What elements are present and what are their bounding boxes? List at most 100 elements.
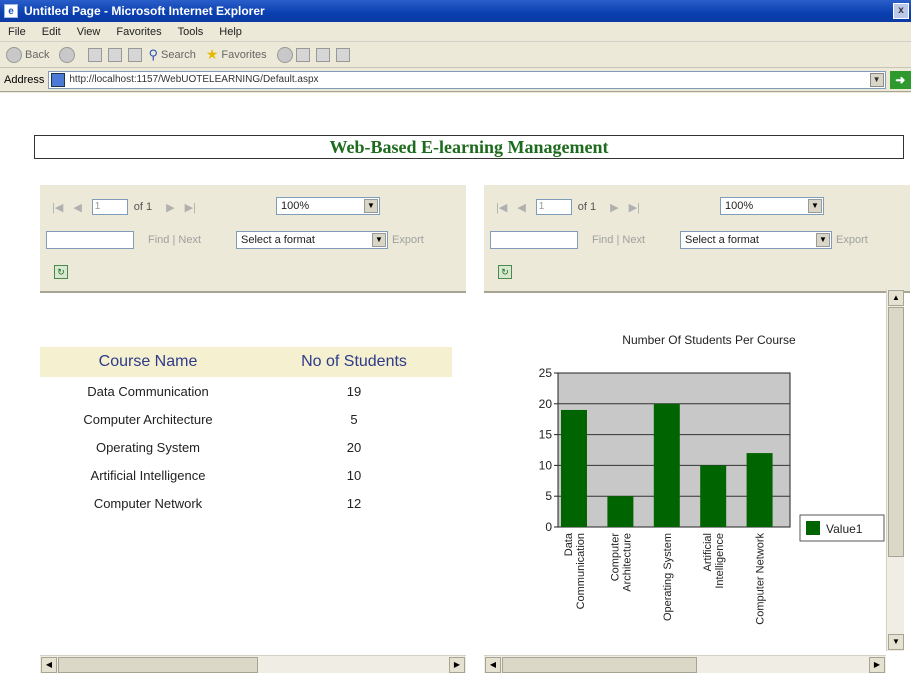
- bar: [746, 453, 773, 527]
- back-button[interactable]: Back: [6, 46, 49, 63]
- scroll-down-icon[interactable]: ▼: [888, 634, 904, 650]
- export-link[interactable]: Export: [836, 234, 868, 246]
- address-url: http://localhost:1157/WebUOTELEARNING/De…: [69, 74, 319, 85]
- scroll-left-icon[interactable]: ◀: [485, 657, 501, 673]
- scroll-left-icon[interactable]: ◀: [41, 657, 57, 673]
- table-row: Artificial Intelligence 10: [40, 461, 452, 489]
- horizontal-scrollbar-left[interactable]: ◀ ▶: [40, 655, 466, 673]
- y-tick-label: 0: [545, 520, 552, 534]
- prev-page-icon[interactable]: ◀: [73, 201, 81, 214]
- browser-window: e Untitled Page - Microsoft Internet Exp…: [0, 0, 911, 675]
- page-count: of 1: [133, 201, 153, 213]
- legend-label: Value1: [826, 522, 863, 536]
- page-number-input[interactable]: 1: [535, 199, 572, 215]
- refresh-icon[interactable]: ↻: [498, 265, 512, 279]
- student-count: 10: [346, 467, 362, 483]
- find-separator: |: [616, 234, 620, 246]
- scroll-up-icon[interactable]: ▲: [888, 290, 904, 306]
- report-toolbar-left: |◀ ◀ 1 of 1 ▶ ▶| 100% ▼ Find | Next Sele…: [40, 185, 466, 293]
- column-header-students: No of Students: [301, 353, 407, 370]
- chart-title: Number Of Students Per Course: [622, 333, 796, 347]
- refresh-browser-icon[interactable]: [108, 47, 123, 62]
- report-toolbar-right: |◀ ◀ 1 of 1 ▶ ▶| 100% ▼ Find | Next Sele…: [484, 185, 910, 293]
- last-page-icon[interactable]: ▶|: [185, 201, 196, 214]
- address-label: Address: [4, 73, 45, 86]
- edit-icon[interactable]: [335, 47, 350, 62]
- table-row: Computer Architecture 5: [40, 405, 452, 433]
- zoom-select[interactable]: 100% ▼: [276, 197, 380, 215]
- scroll-thumb[interactable]: [888, 307, 904, 557]
- menu-edit[interactable]: Edit: [42, 26, 61, 38]
- column-header-course: Course Name: [98, 353, 198, 370]
- y-tick-label: 10: [539, 458, 553, 472]
- bar: [653, 403, 680, 527]
- course-table: Course Name No of Students Data Communic…: [40, 347, 452, 517]
- scroll-thumb[interactable]: [502, 657, 697, 673]
- forward-button[interactable]: [59, 46, 78, 63]
- find-input[interactable]: [490, 231, 578, 249]
- find-input[interactable]: [46, 231, 134, 249]
- menu-view[interactable]: View: [77, 26, 101, 38]
- search-button[interactable]: ⚲ Search: [148, 47, 195, 63]
- horizontal-scrollbar-right[interactable]: ◀ ▶: [484, 655, 886, 673]
- next-page-icon[interactable]: ▶: [166, 201, 174, 214]
- menu-favorites[interactable]: Favorites: [116, 26, 161, 38]
- favorites-button[interactable]: ★ Favorites: [206, 46, 267, 63]
- menu-help[interactable]: Help: [219, 26, 242, 38]
- next-page-icon[interactable]: ▶: [610, 201, 618, 214]
- pager: |◀ ◀ 1 of 1 ▶ ▶|: [496, 199, 650, 215]
- scroll-right-icon[interactable]: ▶: [869, 657, 885, 673]
- table-row: Data Communication 19: [40, 377, 452, 405]
- mail-icon[interactable]: [295, 47, 310, 62]
- chevron-down-icon: ▼: [808, 199, 822, 213]
- chevron-down-icon: ▼: [372, 233, 386, 247]
- next-link[interactable]: Next: [178, 234, 201, 246]
- export-link[interactable]: Export: [392, 234, 424, 246]
- go-arrow-icon[interactable]: ➜: [889, 70, 911, 89]
- prev-page-icon[interactable]: ◀: [517, 201, 525, 214]
- first-page-icon[interactable]: |◀: [496, 201, 507, 214]
- back-arrow-icon: [6, 46, 22, 63]
- menu-bar: File Edit View Favorites Tools Help: [0, 22, 911, 42]
- bar-chart: Number Of Students Per Course 0 5 10 15 20 25 D…: [539, 333, 885, 625]
- page-count: of 1: [577, 201, 597, 213]
- bar: [700, 465, 727, 527]
- close-button[interactable]: x: [893, 3, 909, 19]
- find-link[interactable]: Find: [592, 234, 613, 246]
- last-page-icon[interactable]: ▶|: [629, 201, 640, 214]
- format-select[interactable]: Select a format ▼: [236, 231, 388, 249]
- x-tick-label: ArtificialIntelligence: [702, 533, 726, 589]
- vertical-scrollbar[interactable]: ▲ ▼: [886, 289, 904, 651]
- chevron-down-icon: ▼: [816, 233, 830, 247]
- pager: |◀ ◀ 1 of 1 ▶ ▶|: [52, 199, 206, 215]
- address-bar: Address http://localhost:1157/WebUOTELEA…: [0, 68, 911, 92]
- zoom-select[interactable]: 100% ▼: [720, 197, 824, 215]
- course-name: Artificial Intelligence: [90, 467, 206, 483]
- find-link[interactable]: Find: [148, 234, 169, 246]
- find-links: Find | Next: [148, 234, 201, 246]
- format-select[interactable]: Select a format ▼: [680, 231, 832, 249]
- next-link[interactable]: Next: [622, 234, 645, 246]
- page-content: Web-Based E-learning Management |◀ ◀ 1 o…: [0, 93, 911, 675]
- home-icon[interactable]: [128, 47, 143, 62]
- y-tick-label: 5: [545, 489, 552, 503]
- chevron-down-icon: ▼: [364, 199, 378, 213]
- first-page-icon[interactable]: |◀: [52, 201, 63, 214]
- media-icon[interactable]: [276, 46, 293, 63]
- ie-icon: e: [4, 4, 18, 18]
- forward-arrow-icon: [59, 46, 76, 63]
- legend-swatch: [806, 521, 820, 535]
- stop-icon[interactable]: [88, 47, 103, 62]
- scroll-right-icon[interactable]: ▶: [449, 657, 465, 673]
- course-name: Data Communication: [87, 383, 209, 399]
- find-links: Find | Next: [592, 234, 645, 246]
- menu-file[interactable]: File: [8, 26, 26, 38]
- address-input[interactable]: http://localhost:1157/WebUOTELEARNING/De…: [48, 70, 886, 89]
- scroll-thumb[interactable]: [58, 657, 258, 673]
- address-dropdown-icon[interactable]: ▼: [869, 72, 884, 87]
- window-title: Untitled Page - Microsoft Internet Explo…: [24, 4, 265, 18]
- menu-tools[interactable]: Tools: [178, 26, 204, 38]
- page-number-input[interactable]: 1: [91, 199, 128, 215]
- print-icon[interactable]: [315, 47, 330, 62]
- refresh-icon[interactable]: ↻: [54, 265, 68, 279]
